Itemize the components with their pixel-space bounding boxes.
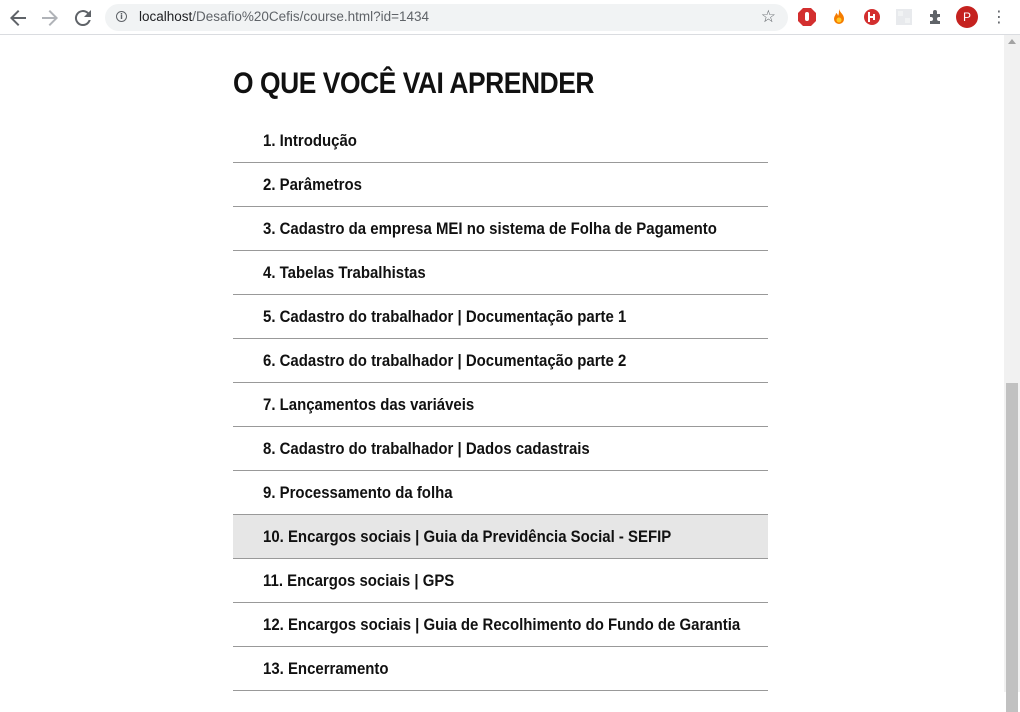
lesson-label: 4. Tabelas Trabalhistas <box>263 262 426 282</box>
address-bar[interactable]: i localhost/Desafio%20Cefis/course.html?… <box>105 4 788 31</box>
url-text[interactable]: localhost/Desafio%20Cefis/course.html?id… <box>139 9 429 24</box>
lesson-label: 13. Encerramento <box>263 658 389 678</box>
menu-icon[interactable]: ⋮ <box>990 7 1008 27</box>
lesson-item[interactable]: 2. Parâmetros <box>233 163 768 207</box>
back-icon[interactable] <box>6 6 30 30</box>
reload-icon[interactable] <box>71 6 95 30</box>
profile-avatar[interactable]: P <box>956 6 978 28</box>
star-icon[interactable]: ☆ <box>761 7 776 27</box>
lesson-item[interactable]: 1. Introdução <box>233 119 768 163</box>
lesson-label: 1. Introdução <box>263 130 357 150</box>
adblock-icon[interactable] <box>797 7 817 27</box>
scroll-up-arrow-icon[interactable] <box>1008 39 1016 44</box>
lesson-label: 8. Cadastro do trabalhador | Dados cadas… <box>263 438 590 458</box>
browser-toolbar: i localhost/Desafio%20Cefis/course.html?… <box>0 0 1020 35</box>
fire-icon[interactable] <box>829 7 849 27</box>
lesson-item[interactable]: 9. Processamento da folha <box>233 471 768 515</box>
extension-grid-icon[interactable] <box>894 7 914 27</box>
lesson-label: 5. Cadastro do trabalhador | Documentaçã… <box>263 306 627 326</box>
lesson-label: 12. Encargos sociais | Guia de Recolhime… <box>263 614 741 634</box>
scrollbar-thumb[interactable] <box>1006 383 1018 712</box>
puzzle-icon[interactable] <box>926 7 946 27</box>
lesson-item[interactable]: 11. Encargos sociais | GPS <box>233 559 768 603</box>
lesson-item-highlighted[interactable]: 10. Encargos sociais | Guia da Previdênc… <box>233 515 768 559</box>
forward-icon[interactable] <box>38 6 62 30</box>
info-icon[interactable]: i <box>116 11 127 22</box>
page-scrollbar[interactable] <box>1004 35 1020 712</box>
lesson-item[interactable]: 5. Cadastro do trabalhador | Documentaçã… <box>233 295 768 339</box>
lesson-label: 9. Processamento da folha <box>263 482 453 502</box>
lesson-list: 1. Introdução 2. Parâmetros 3. Cadastro … <box>233 119 768 691</box>
section-title: O QUE VOCÊ VAI APRENDER <box>233 67 595 100</box>
lesson-item[interactable]: 3. Cadastro da empresa MEI no sistema de… <box>233 207 768 251</box>
extension-red-icon[interactable] <box>862 7 882 27</box>
lesson-label: 6. Cadastro do trabalhador | Documentaçã… <box>263 350 627 370</box>
lesson-label: 11. Encargos sociais | GPS <box>263 570 455 590</box>
lesson-item[interactable]: 12. Encargos sociais | Guia de Recolhime… <box>233 603 768 647</box>
lesson-item[interactable]: 6. Cadastro do trabalhador | Documentaçã… <box>233 339 768 383</box>
lesson-item[interactable]: 8. Cadastro do trabalhador | Dados cadas… <box>233 427 768 471</box>
lesson-label: 3. Cadastro da empresa MEI no sistema de… <box>263 218 717 238</box>
lesson-label: 7. Lançamentos das variáveis <box>263 394 475 414</box>
lesson-label: 10. Encargos sociais | Guia da Previdênc… <box>263 526 672 546</box>
lesson-item[interactable]: 13. Encerramento <box>233 647 768 691</box>
lesson-item[interactable]: 7. Lançamentos das variáveis <box>233 383 768 427</box>
lesson-item[interactable]: 4. Tabelas Trabalhistas <box>233 251 768 295</box>
lesson-label: 2. Parâmetros <box>263 174 362 194</box>
